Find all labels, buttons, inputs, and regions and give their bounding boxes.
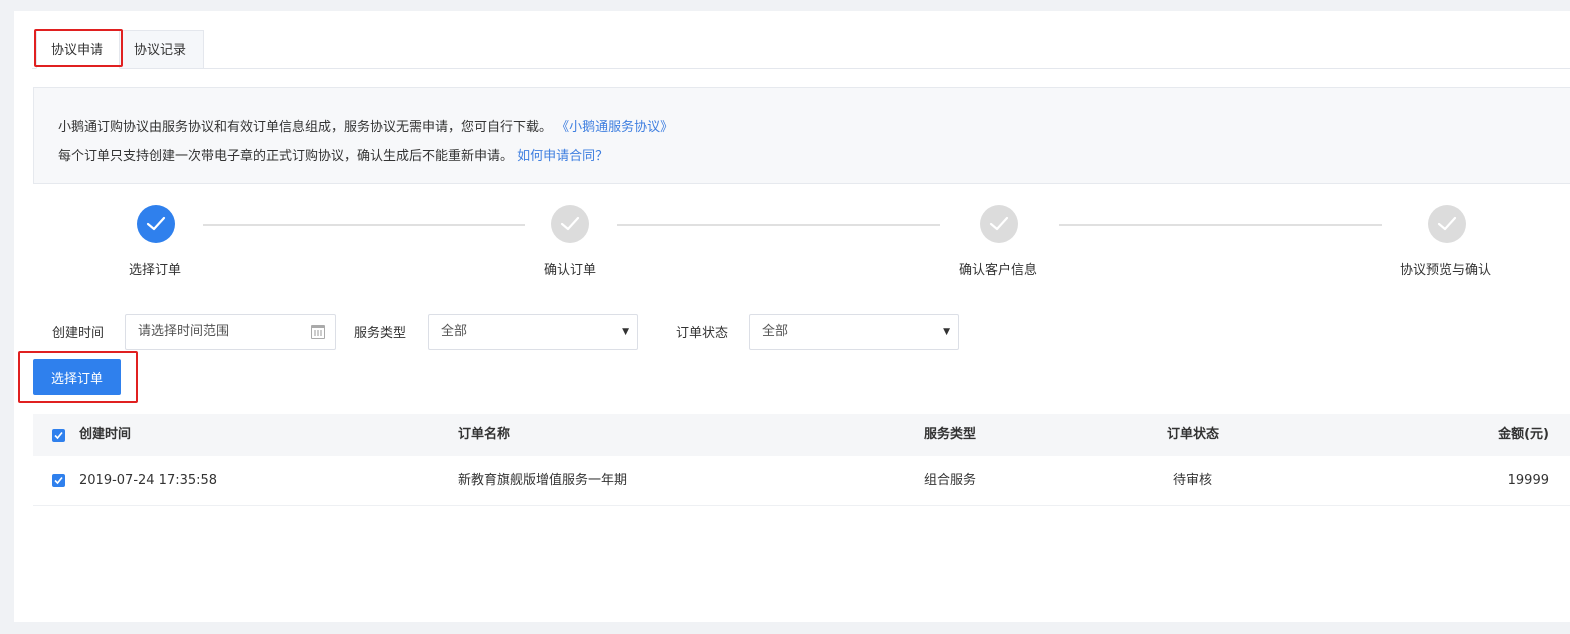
created-time-picker[interactable]: 请选择时间范围 [125,314,336,350]
created-time-label: 创建时间 [52,326,105,341]
step-3-label: 确认客户信息 [959,263,1038,278]
created-time-placeholder: 请选择时间范围 [138,324,230,339]
col-order-status: 订单状态 [1167,427,1220,442]
calendar-icon [311,325,325,339]
dropdown-arrow-icon: ▼ [943,327,950,337]
tab-bar: 协议申请 协议记录 [32,29,1570,69]
how-to-apply-link[interactable]: 如何申请合同？ [517,149,608,164]
service-type-value: 全部 [441,324,468,339]
step-connector-2 [617,224,940,226]
step-4-check-icon [1428,205,1466,243]
main-panel: 协议申请 协议记录 小鹅通订购协议由服务协议和有效订单信息组成，服务协议无需申请… [14,11,1570,622]
table-row[interactable]: 2019-07-24 17:35:58 新教育旗舰版增值服务一年期 组合服务 待… [33,456,1570,506]
row-order-name: 新教育旗舰版增值服务一年期 [458,473,628,488]
row-created-time: 2019-07-24 17:35:58 [79,473,218,488]
row-order-status: 待审核 [1173,473,1213,488]
notice-line-2: 每个订单只支持创建一次带电子章的正式订购协议，确认生成后不能重新申请。 如何申请… [58,142,1570,171]
dropdown-arrow-icon: ▼ [622,327,629,337]
row-amount: 19999 [1507,473,1549,488]
highlight-box-tab [34,29,123,67]
col-created-time: 创建时间 [79,427,132,442]
step-1-check-icon [137,205,175,243]
order-status-label: 订单状态 [676,326,729,341]
step-connector-1 [203,224,525,226]
step-3-check-icon [980,205,1018,243]
order-status-value: 全部 [762,324,789,339]
row-service-type: 组合服务 [924,473,977,488]
service-type-label: 服务类型 [354,326,407,341]
table-header: 创建时间 订单名称 服务类型 订单状态 金额(元) [33,414,1570,456]
step-4-label: 协议预览与确认 [1400,263,1492,278]
service-agreement-link[interactable]: 《小鹅通服务协议》 [556,120,673,135]
step-2-label: 确认订单 [544,263,597,278]
col-service-type: 服务类型 [924,427,977,442]
select-all-checkbox[interactable] [52,429,65,442]
tab-agreement-records[interactable]: 协议记录 [120,30,204,69]
step-connector-3 [1059,224,1382,226]
notice-line-1-text: 小鹅通订购协议由服务协议和有效订单信息组成，服务协议无需申请，您可自行下载。 [58,120,553,135]
service-type-select[interactable]: 全部 ▼ [428,314,638,350]
step-2-check-icon [551,205,589,243]
col-order-name: 订单名称 [458,427,511,442]
order-status-select[interactable]: 全部 ▼ [749,314,959,350]
notice-line-1: 小鹅通订购协议由服务协议和有效订单信息组成，服务协议无需申请，您可自行下载。 《… [58,113,1570,142]
col-amount: 金额(元) [1498,427,1549,442]
step-1-label: 选择订单 [129,263,182,278]
notice-line-2-text: 每个订单只支持创建一次带电子章的正式订购协议，确认生成后不能重新申请。 [58,149,514,164]
row-checkbox[interactable] [52,474,65,487]
notice-box: 小鹅通订购协议由服务协议和有效订单信息组成，服务协议无需申请，您可自行下载。 《… [33,87,1570,184]
highlight-box-button [18,351,138,403]
